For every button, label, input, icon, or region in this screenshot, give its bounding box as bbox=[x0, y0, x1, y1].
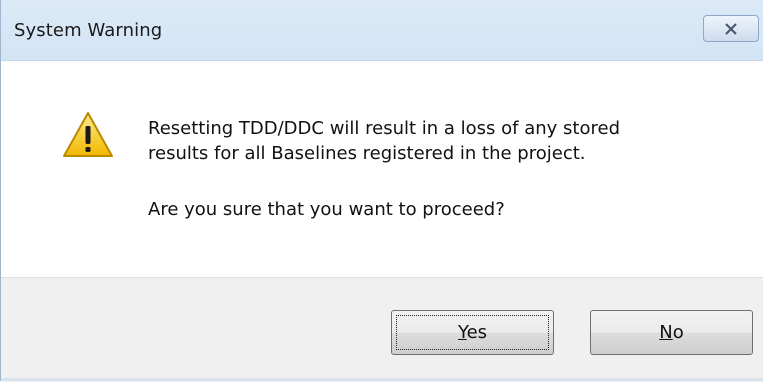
confirmation-question: Are you sure that you want to proceed? bbox=[148, 199, 505, 220]
system-warning-dialog: System Warning Resetting TDD/DDC will re… bbox=[0, 0, 763, 382]
close-button[interactable] bbox=[703, 15, 759, 42]
message-line-1: Resetting TDD/DDC will result in a loss … bbox=[148, 118, 620, 139]
message-area: Resetting TDD/DDC will result in a loss … bbox=[1, 61, 763, 277]
warning-icon bbox=[63, 112, 113, 157]
title-bar[interactable]: System Warning bbox=[1, 0, 763, 61]
close-icon bbox=[725, 23, 737, 35]
no-button[interactable]: No bbox=[590, 310, 753, 355]
yes-button-label: Yes bbox=[457, 322, 488, 343]
no-button-label: No bbox=[659, 322, 684, 343]
yes-button[interactable]: Yes bbox=[391, 310, 554, 355]
window-title: System Warning bbox=[14, 20, 163, 41]
button-bar: Yes No bbox=[1, 277, 763, 382]
message-line-2: results for all Baselines registered in … bbox=[148, 143, 586, 164]
